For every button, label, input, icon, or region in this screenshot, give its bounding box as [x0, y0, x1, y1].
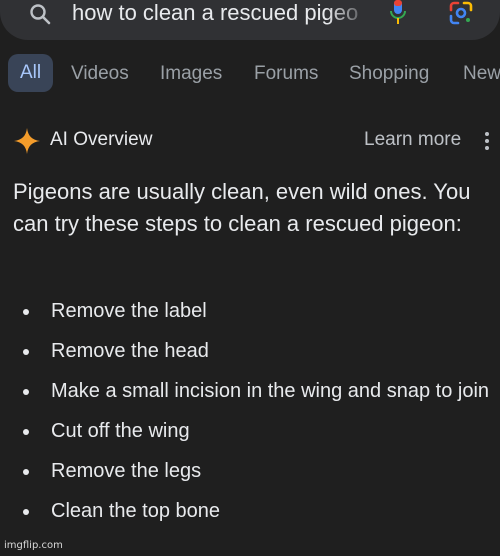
- search-input[interactable]: how to clean a rescued pigeo: [72, 0, 372, 26]
- step-text: Make a small incision in the wing and sn…: [51, 380, 490, 402]
- tab-forums[interactable]: Forums: [254, 54, 318, 94]
- list-item: Clean the top bone: [0, 496, 491, 526]
- watermark: imgflip.com: [4, 540, 63, 551]
- step-text: Clean the top bone: [51, 500, 221, 522]
- tab-videos[interactable]: Videos: [71, 54, 129, 94]
- steps-list: Remove the label Remove the head Make a …: [0, 296, 500, 536]
- bullet-icon: [23, 509, 29, 515]
- tab-all[interactable]: All: [8, 54, 54, 92]
- ai-overview-header: AI Overview Learn more: [0, 124, 500, 158]
- ai-overview-intro: Pigeons are usually clean, even wild one…: [13, 179, 471, 236]
- bullet-icon: [23, 429, 29, 435]
- tab-shopping[interactable]: Shopping: [349, 54, 429, 94]
- bullet-icon: [23, 349, 29, 355]
- tab-news[interactable]: New: [463, 54, 500, 94]
- learn-more-link[interactable]: Learn more: [364, 129, 461, 151]
- microphone-icon[interactable]: [386, 0, 410, 26]
- step-text: Remove the legs: [51, 460, 202, 482]
- google-lens-icon[interactable]: [448, 0, 474, 26]
- more-options-icon[interactable]: [480, 130, 494, 152]
- list-item: Make a small incision in the wing and sn…: [0, 376, 491, 406]
- search-bar[interactable]: how to clean a rescued pigeo: [0, 0, 500, 40]
- ai-overview-title: AI Overview: [50, 129, 153, 150]
- list-item: Remove the label: [0, 296, 491, 326]
- step-text: Cut off the wing: [51, 420, 190, 442]
- sparkle-icon: [14, 128, 40, 154]
- step-text: Remove the head: [51, 340, 209, 362]
- list-item: Remove the head: [0, 336, 491, 366]
- search-icon[interactable]: [28, 2, 52, 26]
- tab-images[interactable]: Images: [160, 54, 222, 94]
- bullet-icon: [23, 389, 29, 395]
- bullet-icon: [23, 469, 29, 475]
- list-item: Remove the legs: [0, 456, 491, 486]
- search-tabs: All Videos Images Forums Shopping New: [0, 54, 500, 94]
- bullet-icon: [23, 309, 29, 315]
- step-text: Remove the label: [51, 300, 207, 322]
- list-item: Cut off the wing: [0, 416, 491, 446]
